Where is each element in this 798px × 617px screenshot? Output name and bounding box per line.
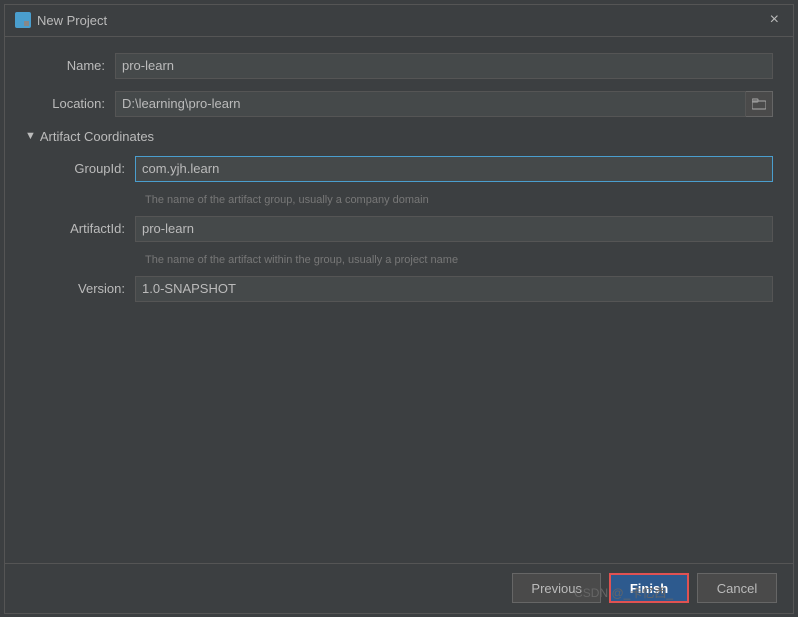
version-label: Version: <box>45 281 135 296</box>
title-bar: New Project × <box>5 5 793 37</box>
artifactid-label: ArtifactId: <box>45 221 135 236</box>
section-toggle-icon[interactable]: ▼ <box>25 130 36 142</box>
location-row: Location: <box>25 91 773 117</box>
groupid-hint: The name of the artifact group, usually … <box>145 194 773 206</box>
groupid-input[interactable] <box>135 156 773 182</box>
section-content: GroupId: The name of the artifact group,… <box>25 156 773 302</box>
version-input[interactable] <box>135 276 773 302</box>
name-input[interactable] <box>115 53 773 79</box>
section-title: Artifact Coordinates <box>40 129 154 144</box>
dialog-footer: Previous Finish Cancel <box>5 563 793 613</box>
artifactid-input[interactable] <box>135 216 773 242</box>
location-input[interactable] <box>115 91 746 117</box>
dialog-content: Name: Location: ▼ Artifact Coordinates <box>5 37 793 563</box>
section-header: ▼ Artifact Coordinates <box>25 129 773 144</box>
watermark: CSDN @_卡忆西_ <box>574 584 673 601</box>
version-row: Version: <box>45 276 773 302</box>
artifactid-hint: The name of the artifact within the grou… <box>145 254 773 266</box>
artifactid-row: ArtifactId: <box>45 216 773 242</box>
new-project-dialog: New Project × Name: Location: <box>4 4 794 614</box>
name-label: Name: <box>25 58 115 73</box>
groupid-row: GroupId: <box>45 156 773 182</box>
dialog-icon <box>15 12 31 28</box>
title-left: New Project <box>15 12 107 28</box>
cancel-button[interactable]: Cancel <box>697 573 777 603</box>
location-label: Location: <box>25 96 115 111</box>
dialog-title: New Project <box>37 13 107 28</box>
close-button[interactable]: × <box>766 10 783 30</box>
name-row: Name: <box>25 53 773 79</box>
location-input-group <box>115 91 773 117</box>
groupid-label: GroupId: <box>45 161 135 176</box>
browse-button[interactable] <box>746 91 773 117</box>
